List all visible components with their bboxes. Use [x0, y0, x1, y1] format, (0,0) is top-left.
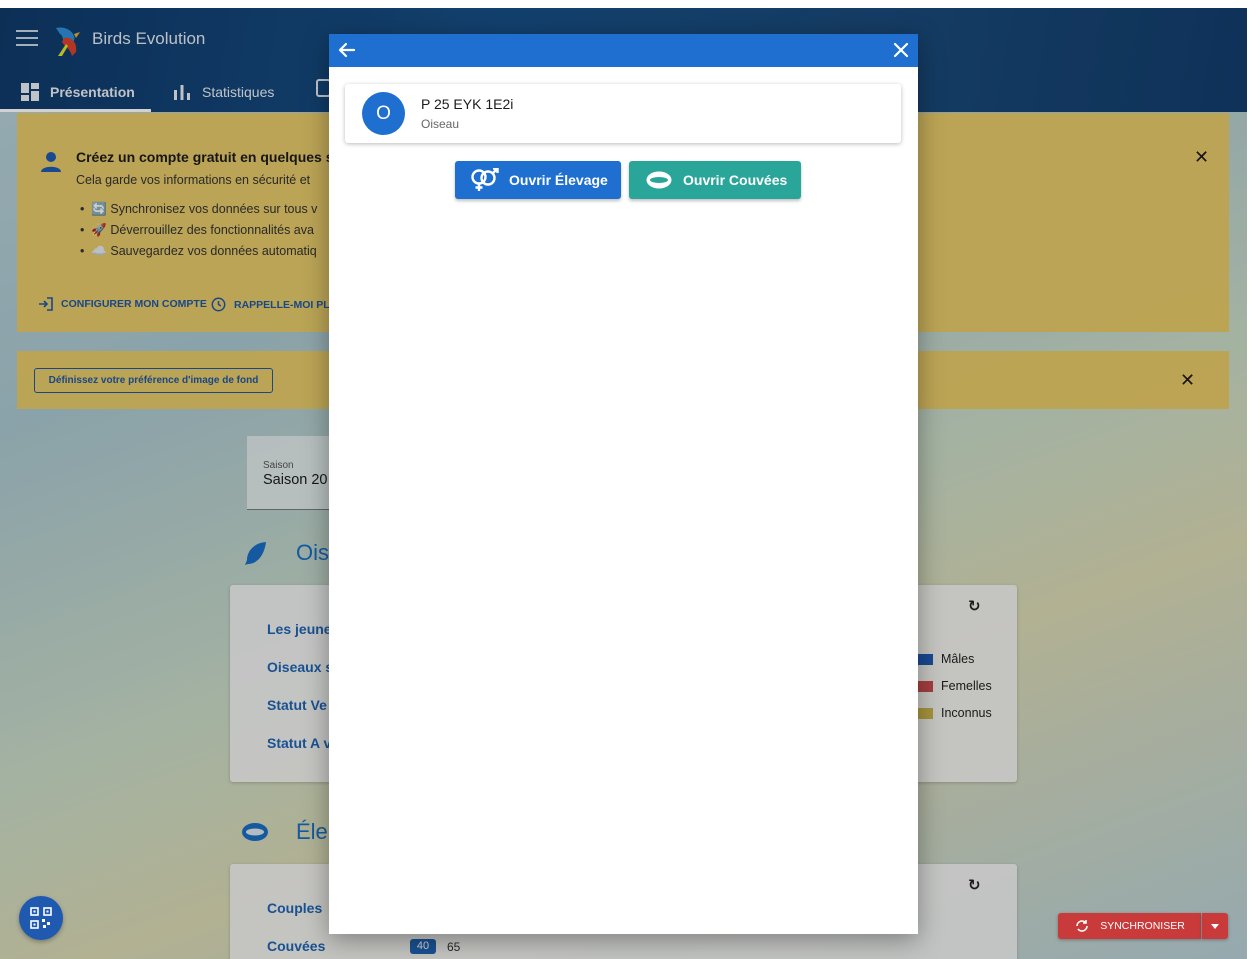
sync-dropdown-button[interactable] — [1202, 913, 1228, 939]
bird-type: Oiseau — [421, 117, 460, 131]
close-icon[interactable] — [891, 40, 911, 60]
bird-avatar: O — [362, 92, 405, 135]
open-elevage-label: Ouvrir Élevage — [509, 172, 608, 188]
open-couvees-label: Ouvrir Couvées — [683, 172, 788, 188]
qr-code-icon — [30, 907, 52, 929]
dialog-toolbar — [329, 34, 918, 67]
ring-icon — [646, 171, 672, 189]
bird-card[interactable]: O P 25 EYK 1E2i Oiseau — [345, 84, 901, 143]
window-top-edge — [0, 0, 1250, 8]
male-female-icon — [471, 168, 499, 191]
sync-label: SYNCHRONISER — [1100, 920, 1185, 932]
back-arrow-icon[interactable] — [337, 40, 357, 60]
sync-button[interactable]: SYNCHRONISER — [1058, 913, 1201, 939]
bird-ring-number: P 25 EYK 1E2i — [421, 96, 514, 112]
qr-scan-button[interactable] — [19, 896, 63, 940]
open-elevage-button[interactable]: Ouvrir Élevage — [455, 161, 621, 199]
open-couvees-button[interactable]: Ouvrir Couvées — [629, 161, 801, 199]
sync-off-icon — [1076, 920, 1088, 932]
bird-dialog: O P 25 EYK 1E2i Oiseau Ouvrir Élevage Ou… — [329, 34, 918, 934]
